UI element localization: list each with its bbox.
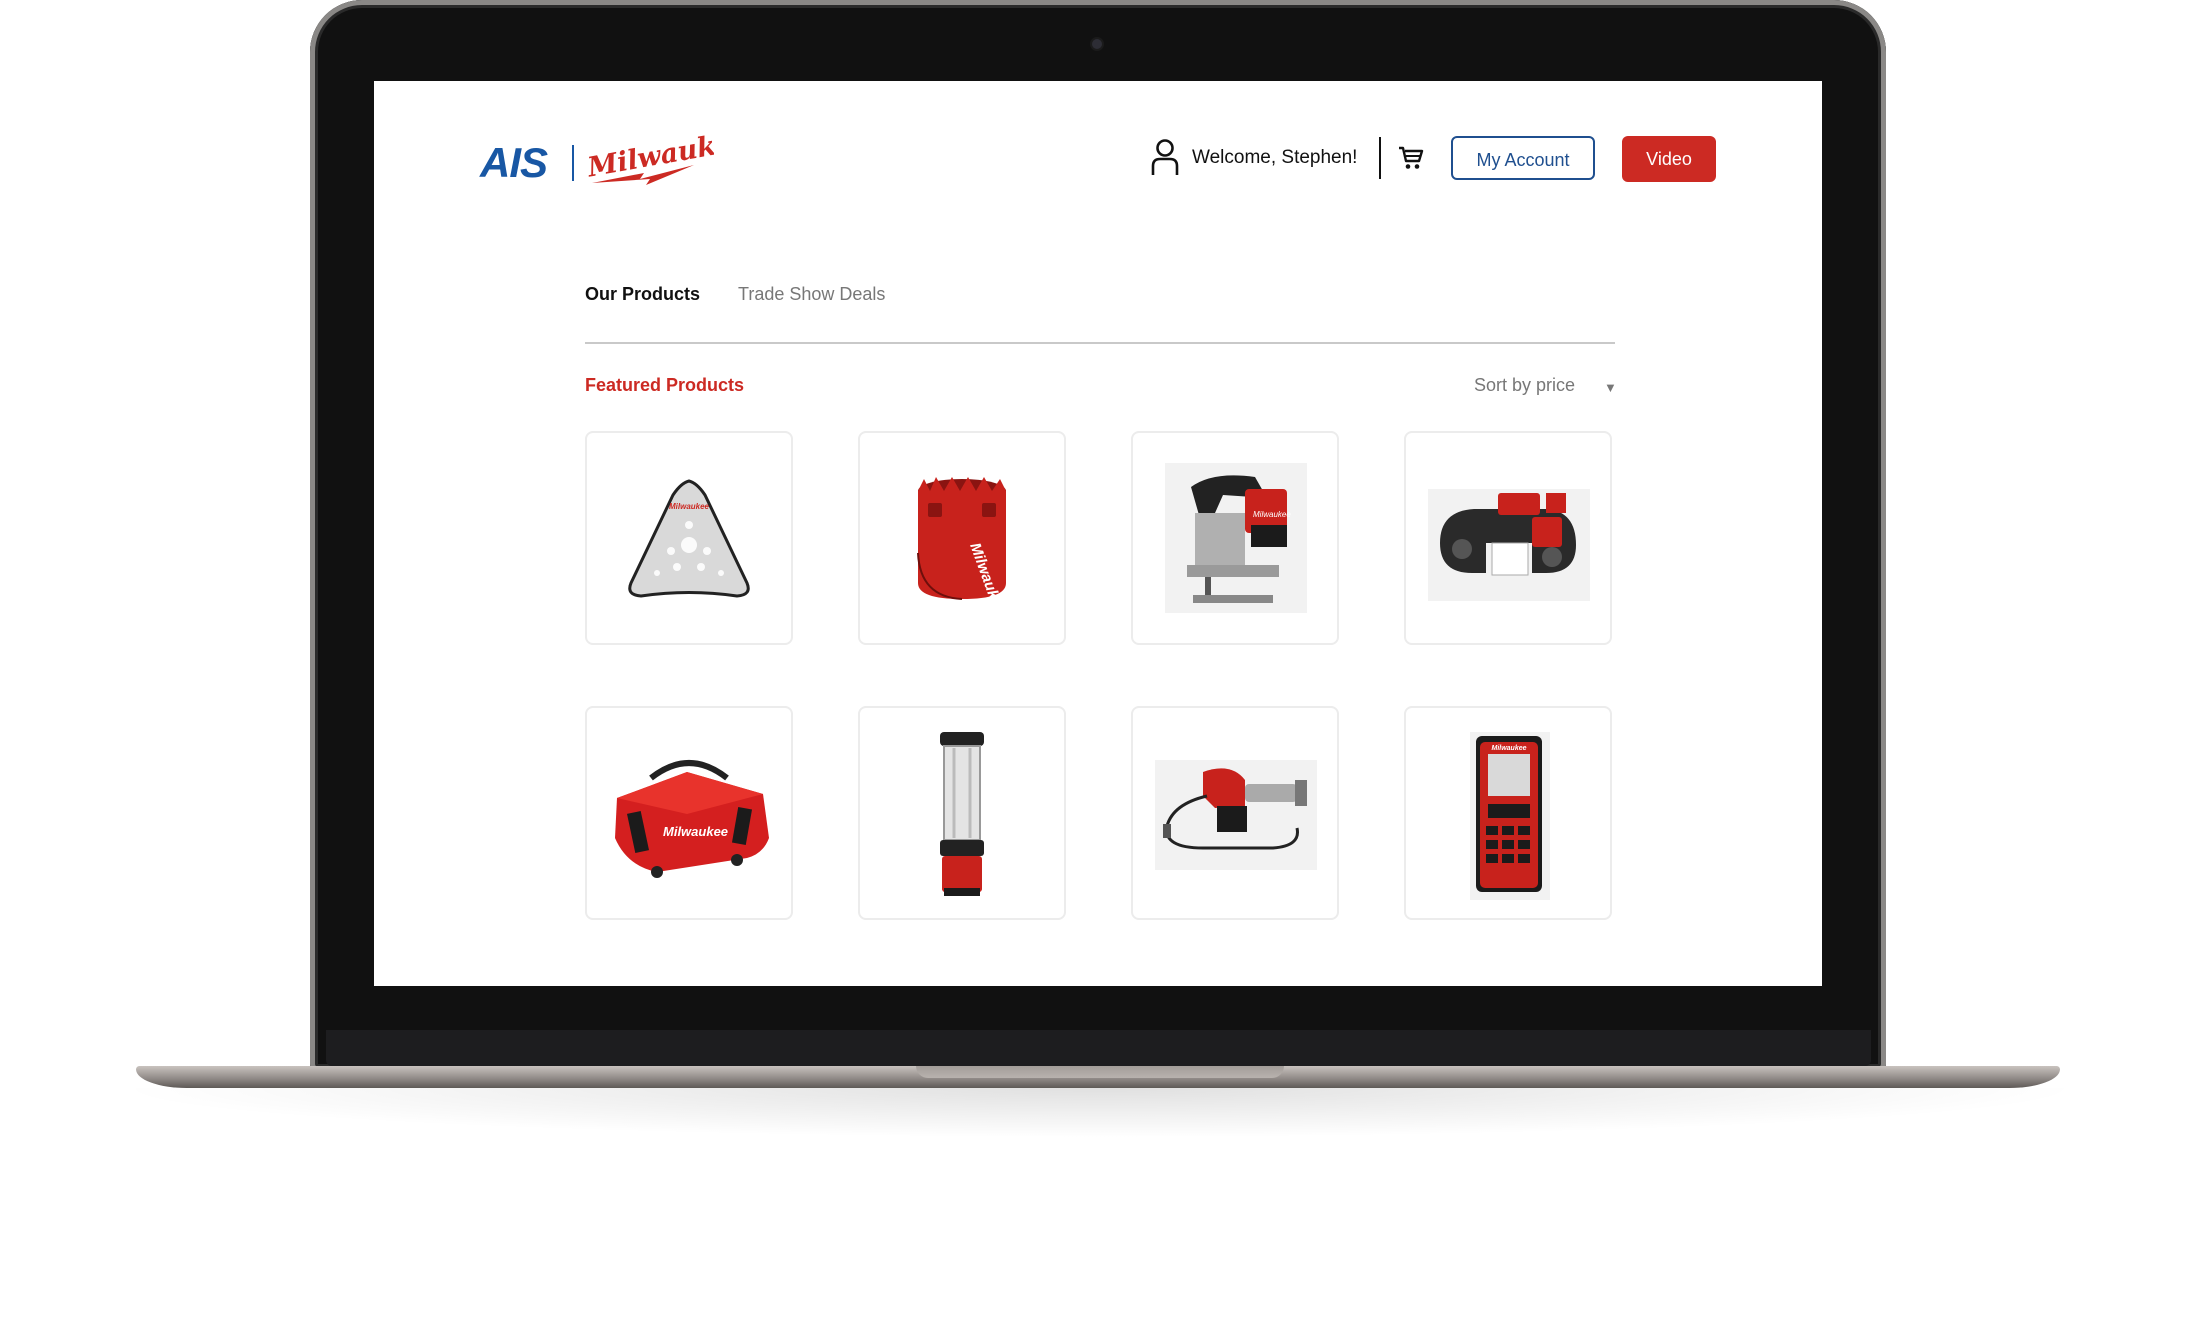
logo-divider: [572, 145, 574, 181]
tab-our-products[interactable]: Our Products: [585, 284, 700, 305]
video-button[interactable]: Video: [1622, 136, 1716, 182]
product-card-jigsaw[interactable]: Milwaukee: [1131, 431, 1339, 645]
laser-distance-meter-image: Milwaukee: [1470, 732, 1550, 900]
laptop-shadow: [110, 1088, 2090, 1138]
section-title: Featured Products: [585, 375, 745, 395]
milwaukee-logo: Milwaukee: [584, 133, 714, 185]
svg-text:Milwaukee: Milwaukee: [669, 502, 710, 511]
laptop-frame: AIS Milwaukee Welcome, Stephen! My Accou…: [0, 0, 2204, 1331]
header-divider: [1379, 137, 1381, 179]
tool-bag-image: Milwaukee: [615, 760, 769, 878]
svg-text:Milwaukee: Milwaukee: [1491, 745, 1526, 752]
product-card-laser-distance-meter[interactable]: Milwaukee: [1404, 706, 1612, 920]
sort-dropdown[interactable]: Sort by price: [1474, 375, 1575, 396]
product-card-lantern[interactable]: [858, 706, 1066, 920]
sanding-pad-image: Milwaukee: [628, 479, 750, 598]
product-card-sanding-pad[interactable]: Milwaukee: [585, 431, 793, 645]
my-account-button[interactable]: My Account: [1451, 136, 1595, 180]
tabs-divider: [585, 342, 1615, 344]
band-saw-image: [1428, 489, 1590, 601]
chevron-down-icon[interactable]: ▼: [1604, 380, 1617, 395]
product-card-tool-bag[interactable]: Milwaukee: [585, 706, 793, 920]
welcome-text: Welcome, Stephen!: [1192, 147, 1358, 168]
cart-icon[interactable]: [1398, 145, 1424, 171]
svg-text:Milwaukee: Milwaukee: [584, 133, 714, 184]
user-icon[interactable]: [1150, 138, 1180, 176]
product-card-band-saw[interactable]: [1404, 431, 1612, 645]
svg-text:Milwaukee: Milwaukee: [663, 824, 728, 839]
camera-icon: [1092, 39, 1102, 49]
ais-logo: AIS: [480, 139, 548, 186]
jigsaw-image: Milwaukee: [1165, 463, 1307, 613]
lantern-image: [940, 732, 984, 896]
product-card-hole-saw[interactable]: Milwaukee: [858, 431, 1066, 645]
screen: AIS Milwaukee Welcome, Stephen! My Accou…: [374, 81, 1822, 986]
tab-trade-show-deals[interactable]: Trade Show Deals: [738, 284, 885, 305]
grease-gun-image: [1155, 760, 1317, 870]
svg-text:Milwaukee: Milwaukee: [1253, 510, 1291, 519]
laptop-bezel-bottom: [326, 1030, 1871, 1066]
hole-saw-image: Milwaukee: [917, 477, 1008, 617]
laptop-hinge-notch: [916, 1066, 1284, 1078]
product-card-grease-gun[interactable]: [1131, 706, 1339, 920]
